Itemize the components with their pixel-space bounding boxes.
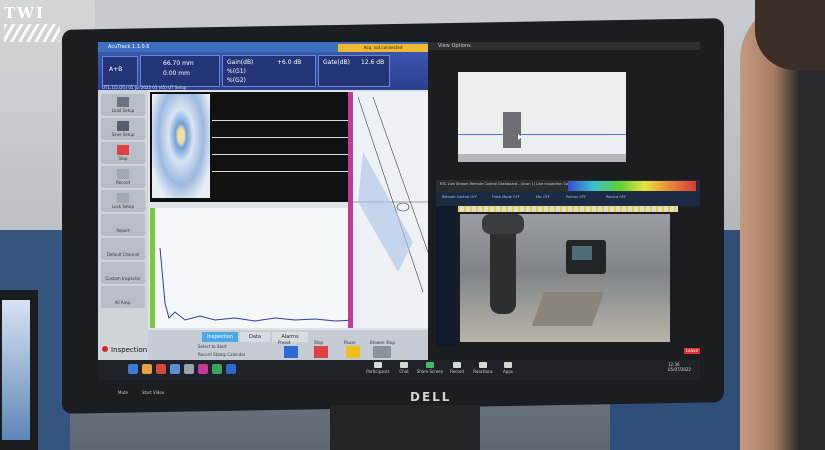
preset-label: Preset: [278, 340, 291, 345]
app-toolbar: A+B 66.70 mm 0.00 mm Gain(dB) +6.0 dB %(…: [98, 44, 428, 90]
chat-button[interactable]: Chat: [393, 360, 415, 380]
flash-toggle[interactable]: Flash Mode OFF: [492, 195, 520, 199]
viewer-title: View Options: [428, 42, 700, 50]
settings-icon[interactable]: [184, 364, 194, 374]
position-box: 66.70 mm 0.00 mm: [140, 55, 220, 87]
viewport-specimen: [503, 112, 521, 148]
record-meeting-icon: [453, 362, 461, 368]
mute-button[interactable]: Mute: [118, 390, 128, 395]
tab-data[interactable]: Data: [240, 332, 270, 342]
share-screen-button[interactable]: Share Screen: [415, 360, 445, 380]
mic-toggle[interactable]: Mic OFF: [536, 195, 550, 199]
pointer-toggle[interactable]: Pointer OFF: [566, 195, 586, 199]
leave-button[interactable]: Leave: [684, 348, 700, 354]
second-monitor-screen: [2, 300, 30, 440]
save-setup-button[interactable]: Save Setup: [101, 118, 145, 140]
viewport-floor: [458, 154, 626, 162]
chat-icon: [400, 362, 408, 368]
status-dot-icon: [102, 346, 108, 352]
gate-label: Gate(dB): [323, 59, 350, 66]
robot-arm: [490, 224, 516, 314]
load-setup-button[interactable]: Load Setup: [101, 94, 145, 116]
record-meeting-button[interactable]: Record: [445, 360, 469, 380]
record-stamp[interactable]: Record Stamp Calendar: [198, 352, 245, 357]
preset-button[interactable]: [284, 346, 298, 358]
pause-button[interactable]: [346, 346, 360, 358]
record-button[interactable]: Record: [101, 166, 145, 188]
browse-stop-label: Browse Stop: [370, 340, 395, 345]
ut-instrument-screen: [572, 246, 592, 260]
reactions-icon: [479, 362, 487, 368]
record-toggle[interactable]: Record OFF: [606, 195, 626, 199]
all-amp-button[interactable]: All Amp.: [101, 286, 145, 308]
pause-label: Pause: [344, 340, 356, 345]
gate-box[interactable]: Gate(dB) 12.6 dB: [318, 55, 390, 87]
gain-value: +6.0 dB: [277, 59, 302, 66]
folder-taskbar-icon[interactable]: [142, 364, 152, 374]
stop-icon: [117, 145, 129, 155]
tab-inspection[interactable]: Inspection: [202, 332, 238, 342]
twi-logo: TWI: [4, 4, 62, 46]
logo-text: TWI: [4, 4, 46, 22]
monitor-brand: DELL: [410, 390, 452, 404]
color-scale-bar: [568, 181, 696, 191]
apps-icon: [504, 362, 512, 368]
participants-button[interactable]: Participants: [363, 360, 393, 380]
taskbar-clock: 12:36 05/07/2022: [668, 362, 692, 372]
share-screen-icon: [426, 362, 434, 368]
record-icon: [117, 169, 129, 179]
reactions-button[interactable]: Reactions: [469, 360, 497, 380]
media-icon[interactable]: [198, 364, 208, 374]
a-scan-signal: [159, 247, 356, 322]
b-scan-gridlines: [212, 120, 348, 172]
viewport-axis-line: [458, 134, 626, 135]
mouse-pointer-icon: [518, 134, 522, 140]
a-scan-view[interactable]: [150, 208, 365, 328]
acq-warning: Acq. not connected: [338, 44, 428, 52]
custom-inspector-button[interactable]: Custom Inspector: [101, 262, 145, 284]
scan-mode-label: A+B: [109, 66, 123, 73]
lock-setup-button[interactable]: Lock Setup: [101, 190, 145, 212]
monitor-stand: [330, 405, 480, 450]
floppy-icon: [117, 121, 129, 131]
logo-stripes: [4, 24, 60, 42]
position-1: 66.70 mm: [163, 60, 194, 67]
position-2: 0.00 mm: [163, 70, 190, 77]
start-icon[interactable]: [128, 364, 138, 374]
b-scan-image: [152, 94, 210, 198]
probe-label: %(G1): [227, 68, 246, 75]
stop-label: Stop: [314, 340, 324, 345]
test-plate: [531, 292, 605, 326]
stop-button[interactable]: Stop: [101, 142, 145, 164]
default-channel-button[interactable]: Default Channel: [101, 238, 145, 260]
browser-icon[interactable]: [156, 364, 166, 374]
browse-stop-button[interactable]: [373, 346, 391, 358]
inspection-status: Inspection: [98, 340, 148, 360]
sectorial-scan-lines: [353, 96, 429, 293]
gate-value: 12.6 dB: [361, 59, 385, 66]
scan-mode-box[interactable]: A+B: [102, 56, 138, 86]
apps-button[interactable]: Apps: [497, 360, 519, 380]
3d-viewport[interactable]: [458, 72, 626, 162]
report-button[interactable]: Report: [101, 214, 145, 236]
participants-icon: [374, 362, 382, 368]
stop-bottom-button[interactable]: [314, 346, 328, 358]
gain-label: Gain(dB): [227, 59, 254, 66]
gain-box[interactable]: Gain(dB) +6.0 dB %(G1) %(G2): [222, 55, 316, 87]
app-icon[interactable]: [170, 364, 180, 374]
lock-icon: [117, 193, 129, 203]
zoom-icon[interactable]: [226, 364, 236, 374]
camera-ruler: [458, 206, 678, 212]
camera-toolbar: Remote Control OFF Flash Mode OFF Mic OF…: [436, 192, 700, 206]
robot-joint: [482, 214, 524, 234]
select-to-start[interactable]: Select to Start: [198, 344, 227, 349]
camera-side-tools[interactable]: [436, 206, 456, 346]
sectorial-scan-view[interactable]: [348, 92, 433, 328]
start-video-button[interactable]: Start Video: [142, 390, 164, 395]
sheet-icon[interactable]: [212, 364, 222, 374]
monitor-screen: AcuTrack 1.1.0.6 A+B 66.70 mm 0.00 mm Ga…: [98, 42, 700, 380]
folder-icon: [117, 97, 129, 107]
probe2-label: %(G2): [227, 77, 246, 84]
remote-control-toggle[interactable]: Remote Control OFF: [442, 195, 477, 199]
